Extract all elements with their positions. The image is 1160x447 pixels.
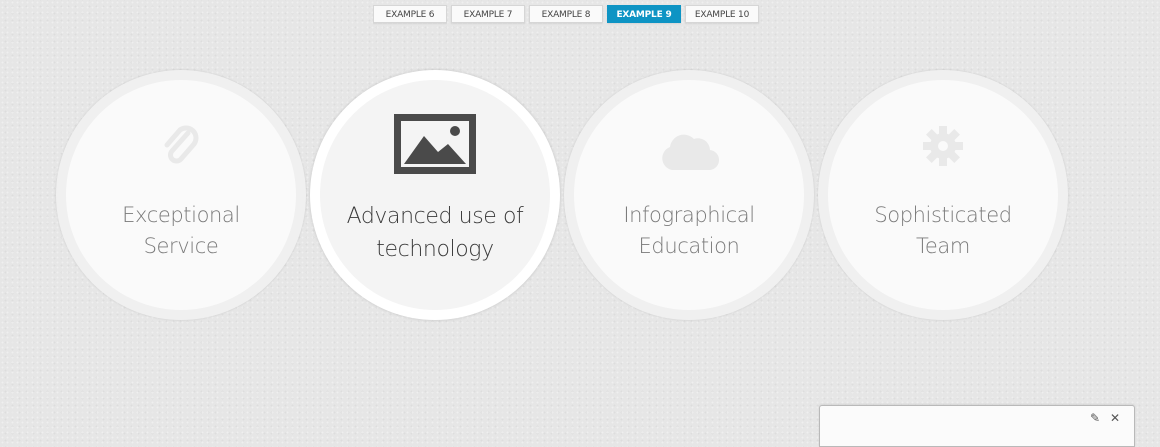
tab-example-9[interactable]: EXAMPLE 9 bbox=[607, 5, 681, 23]
circle-label-line-2: Education bbox=[638, 234, 740, 258]
circle-label: Infographical Education bbox=[574, 200, 804, 262]
floating-widget: ✎ ✕ bbox=[819, 405, 1135, 447]
circle-label-line-2: Service bbox=[143, 234, 219, 258]
circle-label-line-1: Advanced use of bbox=[346, 204, 524, 229]
circle-label: Advanced use of technology bbox=[320, 200, 550, 266]
image-icon bbox=[394, 114, 476, 178]
service-circle-exceptional-service[interactable]: Exceptional Service bbox=[56, 70, 306, 320]
circle-label-line-1: Sophisticated bbox=[874, 203, 1012, 227]
circle-label-line-1: Infographical bbox=[623, 203, 755, 227]
circle-label: Exceptional Service bbox=[66, 200, 296, 262]
tab-example-6[interactable]: EXAMPLE 6 bbox=[373, 5, 447, 23]
circle-label-line-2: technology bbox=[376, 237, 494, 262]
cloud-icon bbox=[658, 130, 720, 176]
circle-label: Sophisticated Team bbox=[828, 200, 1058, 262]
tab-example-10[interactable]: EXAMPLE 10 bbox=[685, 5, 759, 23]
paperclip-icon bbox=[161, 125, 201, 173]
tab-example-7[interactable]: EXAMPLE 7 bbox=[451, 5, 525, 23]
example-tabs: EXAMPLE 6 EXAMPLE 7 EXAMPLE 8 EXAMPLE 9 … bbox=[373, 5, 759, 23]
service-circle-advanced-technology[interactable]: Advanced use of technology bbox=[310, 70, 560, 320]
service-circle-sophisticated-team[interactable]: Sophisticated Team bbox=[818, 70, 1068, 320]
circle-label-line-2: Team bbox=[916, 234, 970, 258]
tab-example-8[interactable]: EXAMPLE 8 bbox=[529, 5, 603, 23]
gear-icon bbox=[921, 124, 965, 172]
circle-label-line-1: Exceptional bbox=[122, 203, 240, 227]
service-circle-infographical-education[interactable]: Infographical Education bbox=[564, 70, 814, 320]
